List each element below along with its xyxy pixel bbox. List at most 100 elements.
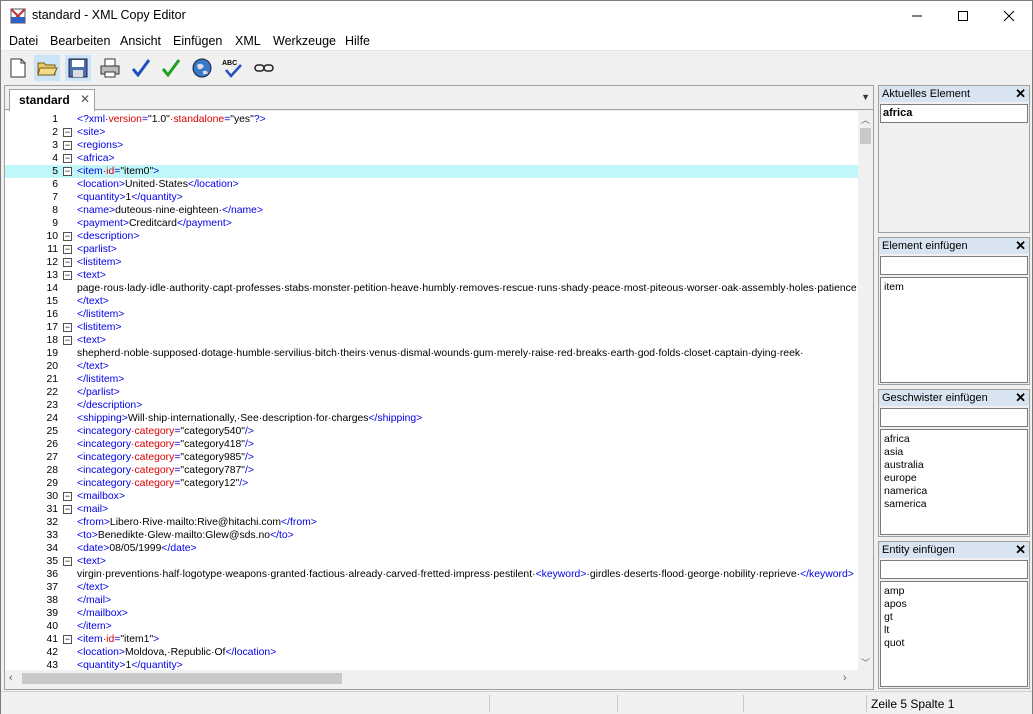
- tab-list-menu-icon[interactable]: ▼: [861, 92, 870, 102]
- code-line[interactable]: 35− <text>: [5, 555, 858, 568]
- save-button[interactable]: [65, 55, 91, 81]
- list-item[interactable]: lt: [884, 624, 1024, 637]
- menu-hilfe[interactable]: Hilfe: [345, 34, 370, 48]
- code-line[interactable]: 28 <incategory·category="category787"/>: [5, 464, 858, 477]
- code-line[interactable]: 7 <quantity>1</quantity>: [5, 191, 858, 204]
- fold-toggle-icon[interactable]: −: [63, 635, 72, 644]
- panel-close-icon[interactable]: ✕: [1015, 238, 1026, 254]
- code-line[interactable]: 8 <name>duteous·nine·eighteen·</name>: [5, 204, 858, 217]
- code-line[interactable]: 15 </text>: [5, 295, 858, 308]
- code-line[interactable]: 42 <location>Moldova,·Republic·Of</locati…: [5, 646, 858, 659]
- code-line[interactable]: 3− <regions>: [5, 139, 858, 152]
- fold-toggle-icon[interactable]: −: [63, 323, 72, 332]
- code-line[interactable]: 11− <parlist>: [5, 243, 858, 256]
- scroll-left-icon[interactable]: ‹: [9, 672, 13, 684]
- panel-close-icon[interactable]: ✕: [1015, 390, 1026, 406]
- code-line[interactable]: 43 <quantity>1</quantity>: [5, 659, 858, 670]
- code-line[interactable]: 13− <text>: [5, 269, 858, 282]
- fold-toggle-icon[interactable]: −: [63, 245, 72, 254]
- fold-toggle-icon[interactable]: −: [63, 271, 72, 280]
- code-line[interactable]: 4− <africa>: [5, 152, 858, 165]
- close-button[interactable]: [986, 1, 1032, 31]
- fold-toggle-icon[interactable]: −: [63, 505, 72, 514]
- menu-datei[interactable]: Datei: [9, 34, 38, 48]
- fold-toggle-icon[interactable]: −: [63, 128, 72, 137]
- code-line[interactable]: 24 <shipping>Will·ship·internationally,·S…: [5, 412, 858, 425]
- menu-ansicht[interactable]: Ansicht: [120, 34, 161, 48]
- fold-toggle-icon[interactable]: −: [63, 258, 72, 267]
- code-line[interactable]: 40 </item>: [5, 620, 858, 633]
- horizontal-scroll-thumb[interactable]: [22, 673, 342, 684]
- menu-einfuegen[interactable]: Einfügen: [173, 34, 222, 48]
- print-button[interactable]: [97, 55, 123, 81]
- vertical-scrollbar[interactable]: ︿ ﹀: [858, 111, 873, 670]
- code-line[interactable]: 26 <incategory·category="category418"/>: [5, 438, 858, 451]
- list-item[interactable]: quot: [884, 637, 1024, 650]
- code-line[interactable]: 20 </text>: [5, 360, 858, 373]
- code-line[interactable]: 9 <payment>Creditcard</payment>: [5, 217, 858, 230]
- code-line[interactable]: 21 </listitem>: [5, 373, 858, 386]
- tab-close-icon[interactable]: ✕: [80, 92, 90, 106]
- code-line[interactable]: 31− <mail>: [5, 503, 858, 516]
- code-line[interactable]: 6 <location>United·States</location>: [5, 178, 858, 191]
- code-line[interactable]: 27 <incategory·category="category985"/>: [5, 451, 858, 464]
- code-line[interactable]: 22 </parlist>: [5, 386, 858, 399]
- code-line[interactable]: 37 </text>: [5, 581, 858, 594]
- scroll-down-icon[interactable]: ﹀: [861, 656, 870, 669]
- fold-toggle-icon[interactable]: −: [63, 336, 72, 345]
- current-element-field[interactable]: africa: [880, 104, 1028, 123]
- check-wellformed-button[interactable]: [128, 55, 154, 81]
- code-line[interactable]: 23 </description>: [5, 399, 858, 412]
- code-line[interactable]: 38 </mail>: [5, 594, 858, 607]
- code-line[interactable]: 16 </listitem>: [5, 308, 858, 321]
- list-item[interactable]: samerica: [884, 498, 1024, 511]
- fold-toggle-icon[interactable]: −: [63, 154, 72, 163]
- vertical-scroll-thumb[interactable]: [860, 128, 871, 144]
- code-line[interactable]: 33 <to>Benedikte·Glew·mailto:Glew@sds.no<…: [5, 529, 858, 542]
- code-line[interactable]: 19 shepherd·noble·supposed·dotage·humble·…: [5, 347, 858, 360]
- panel-close-icon[interactable]: ✕: [1015, 542, 1026, 558]
- code-line[interactable]: 29 <incategory·category="category12"/>: [5, 477, 858, 490]
- scroll-right-icon[interactable]: ›: [843, 672, 847, 684]
- fold-toggle-icon[interactable]: −: [63, 167, 72, 176]
- new-file-button[interactable]: [5, 55, 31, 81]
- list-item[interactable]: asia: [884, 446, 1024, 459]
- scroll-up-icon[interactable]: ︿: [861, 113, 870, 126]
- fold-toggle-icon[interactable]: −: [63, 141, 72, 150]
- fold-toggle-icon[interactable]: −: [63, 557, 72, 566]
- menu-xml[interactable]: XML: [235, 34, 261, 48]
- code-line[interactable]: 5− <item·id="item0">: [5, 165, 858, 178]
- insert-entity-filter-input[interactable]: [880, 560, 1028, 579]
- open-button[interactable]: [34, 55, 60, 81]
- code-line[interactable]: 14 page·rous·lady·idle·authority·capt·pro…: [5, 282, 858, 295]
- fold-toggle-icon[interactable]: −: [63, 492, 72, 501]
- list-item[interactable]: apos: [884, 598, 1024, 611]
- panel-close-icon[interactable]: ✕: [1015, 86, 1026, 102]
- code-line[interactable]: 32 <from>Libero·Rive·mailto:Rive@hitachi.…: [5, 516, 858, 529]
- code-line[interactable]: 2− <site>: [5, 126, 858, 139]
- list-item[interactable]: europe: [884, 472, 1024, 485]
- fold-toggle-icon[interactable]: −: [63, 232, 72, 241]
- code-line[interactable]: 36 virgin·preventions·half·logotype·weapo…: [5, 568, 858, 581]
- insert-element-filter-input[interactable]: [880, 256, 1028, 275]
- menu-werkzeuge[interactable]: Werkzeuge: [273, 34, 336, 48]
- insert-sibling-filter-input[interactable]: [880, 408, 1028, 427]
- code-line[interactable]: 30− <mailbox>: [5, 490, 858, 503]
- code-line[interactable]: 39 </mailbox>: [5, 607, 858, 620]
- list-item[interactable]: africa: [884, 433, 1024, 446]
- menu-bearbeiten[interactable]: Bearbeiten: [50, 34, 110, 48]
- horizontal-scrollbar[interactable]: ‹ ›: [5, 670, 858, 687]
- code-line[interactable]: 17− <listitem>: [5, 321, 858, 334]
- link-button[interactable]: [251, 55, 277, 81]
- code-line[interactable]: 10− <description>: [5, 230, 858, 243]
- minimize-button[interactable]: [894, 1, 940, 31]
- browser-button[interactable]: [189, 55, 215, 81]
- code-line[interactable]: 18− <text>: [5, 334, 858, 347]
- list-item[interactable]: namerica: [884, 485, 1024, 498]
- list-item[interactable]: australia: [884, 459, 1024, 472]
- list-item[interactable]: gt: [884, 611, 1024, 624]
- code-line[interactable]: 34 <date>08/05/1999</date>: [5, 542, 858, 555]
- code-editor[interactable]: 1 <?xml·version="1.0"·standalone="yes"?> 2…: [5, 111, 858, 670]
- validate-button[interactable]: [158, 55, 184, 81]
- list-item[interactable]: amp: [884, 585, 1024, 598]
